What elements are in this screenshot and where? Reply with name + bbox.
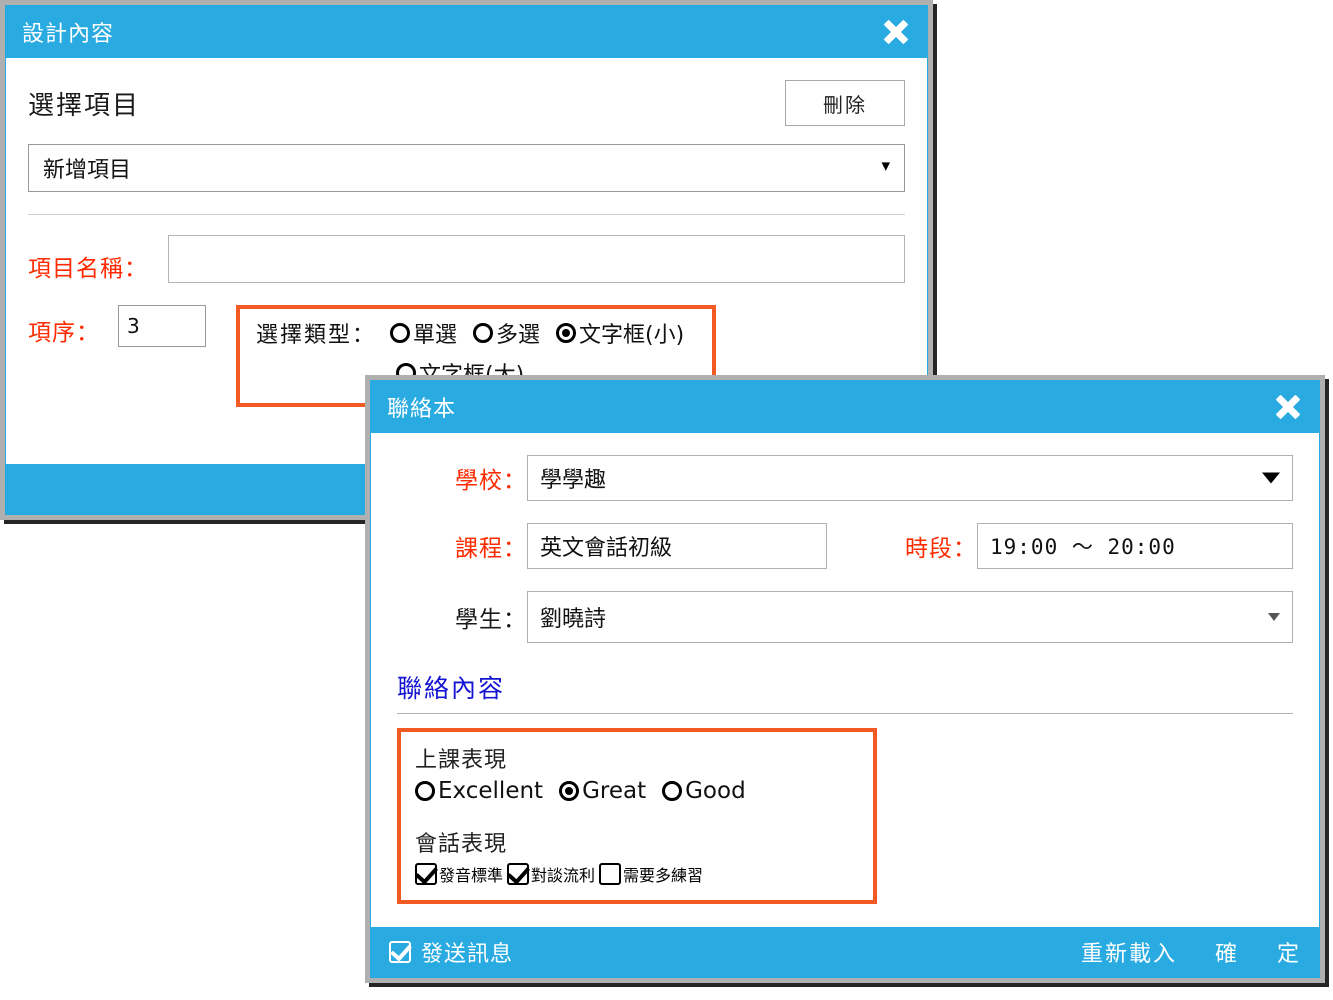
student-row: 學生： 劉曉詩 (397, 591, 1293, 643)
checkbox-label-needs-practice: 需要多練習 (623, 866, 704, 885)
item-name-label: 項目名稱： (28, 256, 148, 282)
confirm-button[interactable]: 確 (1215, 936, 1239, 968)
school-value: 學學趣 (540, 468, 607, 493)
time-label: 時段： (905, 536, 977, 562)
contact-dialog-title: 聯絡本 (387, 397, 457, 422)
radio-option-single[interactable]: 單選 (390, 317, 457, 349)
checkbox-icon-fluency (507, 863, 530, 885)
ok-button[interactable]: 定 (1277, 936, 1301, 968)
contact-book-dialog: 聯絡本 學校： 學學趣 課程： 英文會話初級 時段： 19:00 ～ 20:00… (365, 375, 1325, 983)
item-name-input[interactable] (168, 235, 905, 283)
performance-group: 上課表現 Excellent Great Good 會話表現 發音標準 對談流利… (397, 728, 877, 904)
student-value: 劉曉詩 (540, 607, 607, 632)
contact-content-heading: 聯絡內容 (397, 674, 506, 703)
time-input[interactable]: 19:00 ～ 20:00 (977, 523, 1293, 569)
chevron-down-icon: ▾ (881, 156, 890, 176)
contact-dialog-inner: 聯絡本 學校： 學學趣 課程： 英文會話初級 時段： 19:00 ～ 20:00… (370, 380, 1320, 978)
checkbox-option-pronunciation[interactable]: 發音標準 (415, 862, 503, 886)
course-input[interactable]: 英文會話初級 (527, 523, 827, 569)
radio-option-multi[interactable]: 多選 (473, 317, 540, 349)
delete-button[interactable]: 刪除 (785, 80, 905, 126)
radio-option-excellent[interactable]: Excellent (415, 778, 543, 804)
checkbox-icon-needs-practice (599, 863, 622, 885)
checkbox-icon-pronunciation (415, 863, 437, 885)
contact-dialog-titlebar: 聯絡本 (371, 381, 1319, 433)
radio-label-textbox-small: 文字框(小) (579, 323, 685, 348)
radio-icon-excellent (415, 781, 435, 801)
radio-icon-single (390, 323, 411, 343)
screen: 設計內容 選擇項目 刪除 新增項目 ▾ 項目名稱： 項序： 3 選擇類型： 單選… (0, 0, 1333, 1000)
school-select[interactable]: 學學趣 (527, 455, 1293, 501)
conversation-performance-title: 會話表現 (415, 832, 508, 857)
checkbox-option-fluency[interactable]: 對談流利 (507, 862, 595, 886)
checkbox-label-pronunciation: 發音標準 (439, 866, 504, 885)
school-label: 學校： (455, 468, 527, 494)
divider (28, 214, 905, 215)
send-message-label: 發送訊息 (421, 942, 514, 967)
time-value: 19:00 ～ 20:00 (990, 535, 1176, 559)
radio-icon-textbox-small (556, 323, 577, 343)
close-x-icon[interactable] (879, 15, 913, 49)
reload-button[interactable]: 重新載入 (1081, 936, 1177, 968)
checkbox-label-fluency: 對談流利 (531, 866, 596, 885)
select-item-row: 選擇項目 刪除 (28, 58, 905, 126)
design-dialog-title: 設計內容 (22, 22, 115, 47)
item-name-row: 項目名稱： (28, 235, 905, 283)
checkbox-option-needs-practice[interactable]: 需要多練習 (599, 862, 703, 886)
radio-option-textbox-small[interactable]: 文字框(小) (556, 317, 684, 349)
course-label: 課程： (455, 536, 527, 562)
radio-icon-good (662, 781, 683, 801)
item-select-value: 新增項目 (43, 158, 132, 183)
item-order-label: 項序： (28, 320, 100, 346)
item-order-input[interactable] (118, 305, 206, 347)
class-performance-options: Excellent Great Good (415, 778, 859, 804)
close-x-icon[interactable] (1271, 390, 1305, 424)
conversation-performance-options: 發音標準 對談流利 需要多練習 (415, 862, 859, 886)
radio-icon-multi (473, 323, 494, 343)
school-row: 學校： 學學趣 (397, 455, 1293, 501)
send-message-checkbox[interactable] (389, 941, 411, 963)
contact-dialog-footer: 發送訊息 重新載入 確 定 (371, 927, 1319, 977)
student-select[interactable]: 劉曉詩 (527, 591, 1293, 643)
radio-option-great[interactable]: Great (559, 778, 646, 804)
design-dialog-titlebar: 設計內容 (6, 6, 927, 58)
radio-icon-great (559, 781, 580, 801)
class-performance-title: 上課表現 (415, 748, 508, 773)
student-label: 學生： (455, 607, 527, 633)
course-time-row: 課程： 英文會話初級 時段： 19:00 ～ 20:00 (397, 523, 1293, 569)
item-select[interactable]: 新增項目 ▾ (28, 144, 905, 192)
select-item-heading: 選擇項目 (28, 90, 141, 121)
select-type-line-1: 選擇類型： 單選 多選 文字框(小) (256, 317, 696, 349)
radio-label-multi: 多選 (496, 323, 541, 348)
radio-label-great: Great (582, 778, 647, 804)
radio-label-good: Good (685, 778, 746, 804)
divider (397, 713, 1293, 714)
caret-down-icon (1268, 613, 1280, 621)
contact-dialog-body: 學校： 學學趣 課程： 英文會話初級 時段： 19:00 ～ 20:00 學生：… (371, 433, 1319, 927)
radio-option-good[interactable]: Good (662, 778, 746, 804)
radio-label-single: 單選 (413, 323, 458, 348)
course-value: 英文會話初級 (540, 536, 673, 561)
caret-down-icon (1262, 472, 1280, 484)
radio-label-excellent: Excellent (438, 778, 544, 804)
select-type-label: 選擇類型： (256, 323, 377, 348)
